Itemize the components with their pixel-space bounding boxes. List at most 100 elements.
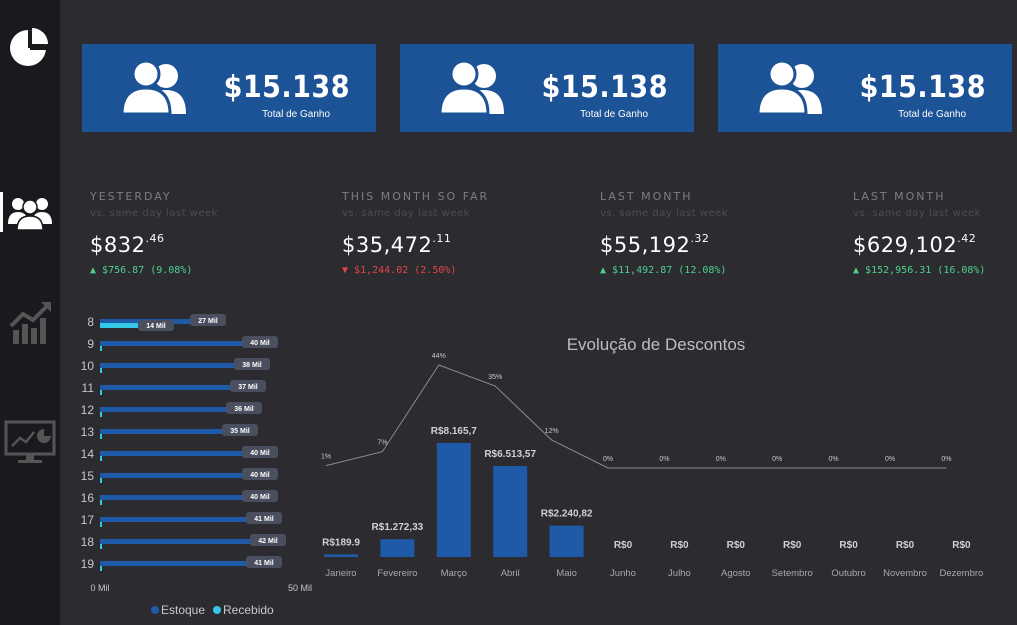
stat-title: LAST MONTH bbox=[600, 190, 693, 203]
stat-cents: .11 bbox=[432, 232, 452, 245]
legend-marker-estoque bbox=[151, 606, 159, 614]
data-label: 35 Mil bbox=[230, 428, 250, 435]
trending-up-icon[interactable] bbox=[0, 296, 60, 346]
kpi-card-3: $15.138 Total de Ganho bbox=[718, 44, 1012, 132]
recebido-bar bbox=[100, 500, 102, 505]
bar-value-label: R$0 bbox=[727, 540, 746, 551]
stat-subtitle: vs. same day last week bbox=[853, 208, 981, 219]
kpi-caption: Total de Ganho bbox=[580, 109, 648, 120]
line-label: 0% bbox=[829, 456, 839, 463]
recebido-bar bbox=[100, 478, 102, 483]
stat-cents: .42 bbox=[957, 232, 977, 245]
bar-value-label: R$6.513,57 bbox=[484, 449, 536, 460]
line-label: 44% bbox=[432, 353, 446, 360]
arrow-up-icon: ▲ bbox=[853, 265, 866, 276]
stat-title: YESTERDAY bbox=[90, 190, 172, 203]
stat-change: ▼ $1,244.02 (2.50%) bbox=[342, 265, 489, 276]
category-label: 10 bbox=[81, 359, 95, 373]
users-group-icon[interactable] bbox=[0, 192, 60, 232]
category-label: 11 bbox=[82, 381, 95, 395]
month-label: Agosto bbox=[721, 568, 751, 579]
month-label: Outubro bbox=[831, 568, 865, 579]
month-label: Novembro bbox=[883, 568, 927, 579]
kpi-value: $15.138 bbox=[223, 70, 350, 105]
stat-yesterday: YESTERDAY vs. same day last week $832.46… bbox=[90, 190, 218, 276]
stat-main: $35,472 bbox=[342, 233, 433, 257]
kpi-caption: Total de Ganho bbox=[898, 109, 966, 120]
arrow-down-icon: ▼ bbox=[342, 265, 355, 276]
line-label: 0% bbox=[603, 456, 613, 463]
category-label: 12 bbox=[81, 403, 95, 417]
estoque-bar bbox=[100, 561, 264, 566]
category-label: 18 bbox=[81, 535, 95, 549]
stat-title: THIS MONTH SO FAR bbox=[342, 190, 490, 203]
category-label: 9 bbox=[87, 337, 94, 351]
line-label: 0% bbox=[941, 456, 951, 463]
estoque-bar bbox=[100, 451, 260, 456]
line-label: 1% bbox=[321, 454, 331, 461]
month-bar bbox=[380, 539, 415, 557]
stat-change: ▲ $152,956.31 (16.08%) bbox=[853, 265, 985, 276]
pie-chart-icon[interactable] bbox=[0, 24, 60, 72]
month-label: Abril bbox=[501, 568, 520, 579]
estoque-bar bbox=[100, 495, 260, 500]
dashboard-monitor-icon[interactable] bbox=[0, 418, 60, 466]
stat-cents: .46 bbox=[145, 232, 165, 245]
month-label: Setembro bbox=[772, 568, 813, 579]
estoque-bar bbox=[100, 429, 240, 434]
bar-value-label: R$0 bbox=[952, 540, 971, 551]
month-label: Maio bbox=[556, 568, 577, 579]
month-label: Março bbox=[441, 568, 467, 579]
recebido-bar bbox=[100, 544, 102, 549]
bar-value-label: R$1.272,33 bbox=[372, 522, 424, 533]
stat-subtitle: vs. same day last week bbox=[342, 208, 470, 219]
legend-marker-recebido bbox=[213, 606, 221, 614]
recebido-bar bbox=[100, 368, 102, 373]
line-label: 0% bbox=[772, 456, 782, 463]
stat-main: $629,102 bbox=[853, 233, 958, 257]
secondary-label: 14 Mil bbox=[146, 323, 166, 330]
discount-evolution-chart: Evolução de Descontos R$189.9 Janeiro R$1.… bbox=[321, 335, 983, 579]
month-label: Julho bbox=[668, 568, 691, 579]
stat-subtitle: vs. same day last week bbox=[90, 208, 218, 219]
month-bar bbox=[493, 466, 528, 557]
data-label: 40 Mil bbox=[250, 472, 270, 479]
chart-title: Evolução de Descontos bbox=[567, 335, 746, 354]
month-label: Janeiro bbox=[325, 568, 356, 579]
kpi-value: $15.138 bbox=[541, 70, 668, 105]
kpi-value: $15.138 bbox=[859, 70, 986, 105]
stat-subtitle: vs. same day last week bbox=[600, 208, 728, 219]
line-label: 0% bbox=[716, 456, 726, 463]
month-label: Fevereiro bbox=[377, 568, 417, 579]
category-label: 13 bbox=[81, 425, 95, 439]
data-label: 38 Mil bbox=[242, 362, 262, 369]
stat-change: ▲ $11,492.87 (12.08%) bbox=[600, 265, 728, 276]
recebido-bar bbox=[100, 346, 102, 351]
bar-value-label: R$189.9 bbox=[322, 537, 360, 548]
stat-title: LAST MONTH bbox=[853, 190, 946, 203]
line-label: 35% bbox=[488, 374, 502, 381]
bar-value-label: R$8.165,7 bbox=[431, 426, 478, 437]
data-label: 42 Mil bbox=[258, 538, 278, 545]
category-label: 16 bbox=[81, 491, 95, 505]
bar-value-label: R$2.240,82 bbox=[541, 509, 593, 520]
month-bar bbox=[324, 554, 358, 557]
stat-value: $55,192.32 bbox=[600, 232, 728, 257]
x-tick-label: 0 Mil bbox=[90, 583, 109, 593]
stat-this-month: THIS MONTH SO FAR vs. same day last week… bbox=[342, 190, 489, 276]
recebido-bar bbox=[100, 456, 102, 461]
stat-last-month-2: LAST MONTH vs. same day last week $629,1… bbox=[853, 190, 985, 276]
legend-label: Recebido bbox=[223, 603, 274, 617]
kpi-card-1: $15.138 Total de Ganho bbox=[82, 44, 376, 132]
month-bar bbox=[549, 525, 584, 557]
main-panel: $15.138 Total de Ganho $15.138 Total de … bbox=[60, 0, 1017, 625]
users-icon bbox=[118, 58, 198, 122]
line-label: 12% bbox=[545, 428, 559, 435]
stat-change: ▲ $756.87 (9.08%) bbox=[90, 265, 218, 276]
stock-bar-chart: 8 27 Mil 14 Mil 9 40 Mil 10 38 Mil 11 37 Mil 12 36… bbox=[81, 314, 312, 617]
stat-change-value: $1,244.02 (2.50%) bbox=[354, 265, 457, 276]
estoque-bar bbox=[100, 539, 268, 544]
stat-main: $832 bbox=[90, 233, 146, 257]
stat-cents: .32 bbox=[690, 232, 710, 245]
data-label: 41 Mil bbox=[254, 560, 274, 567]
